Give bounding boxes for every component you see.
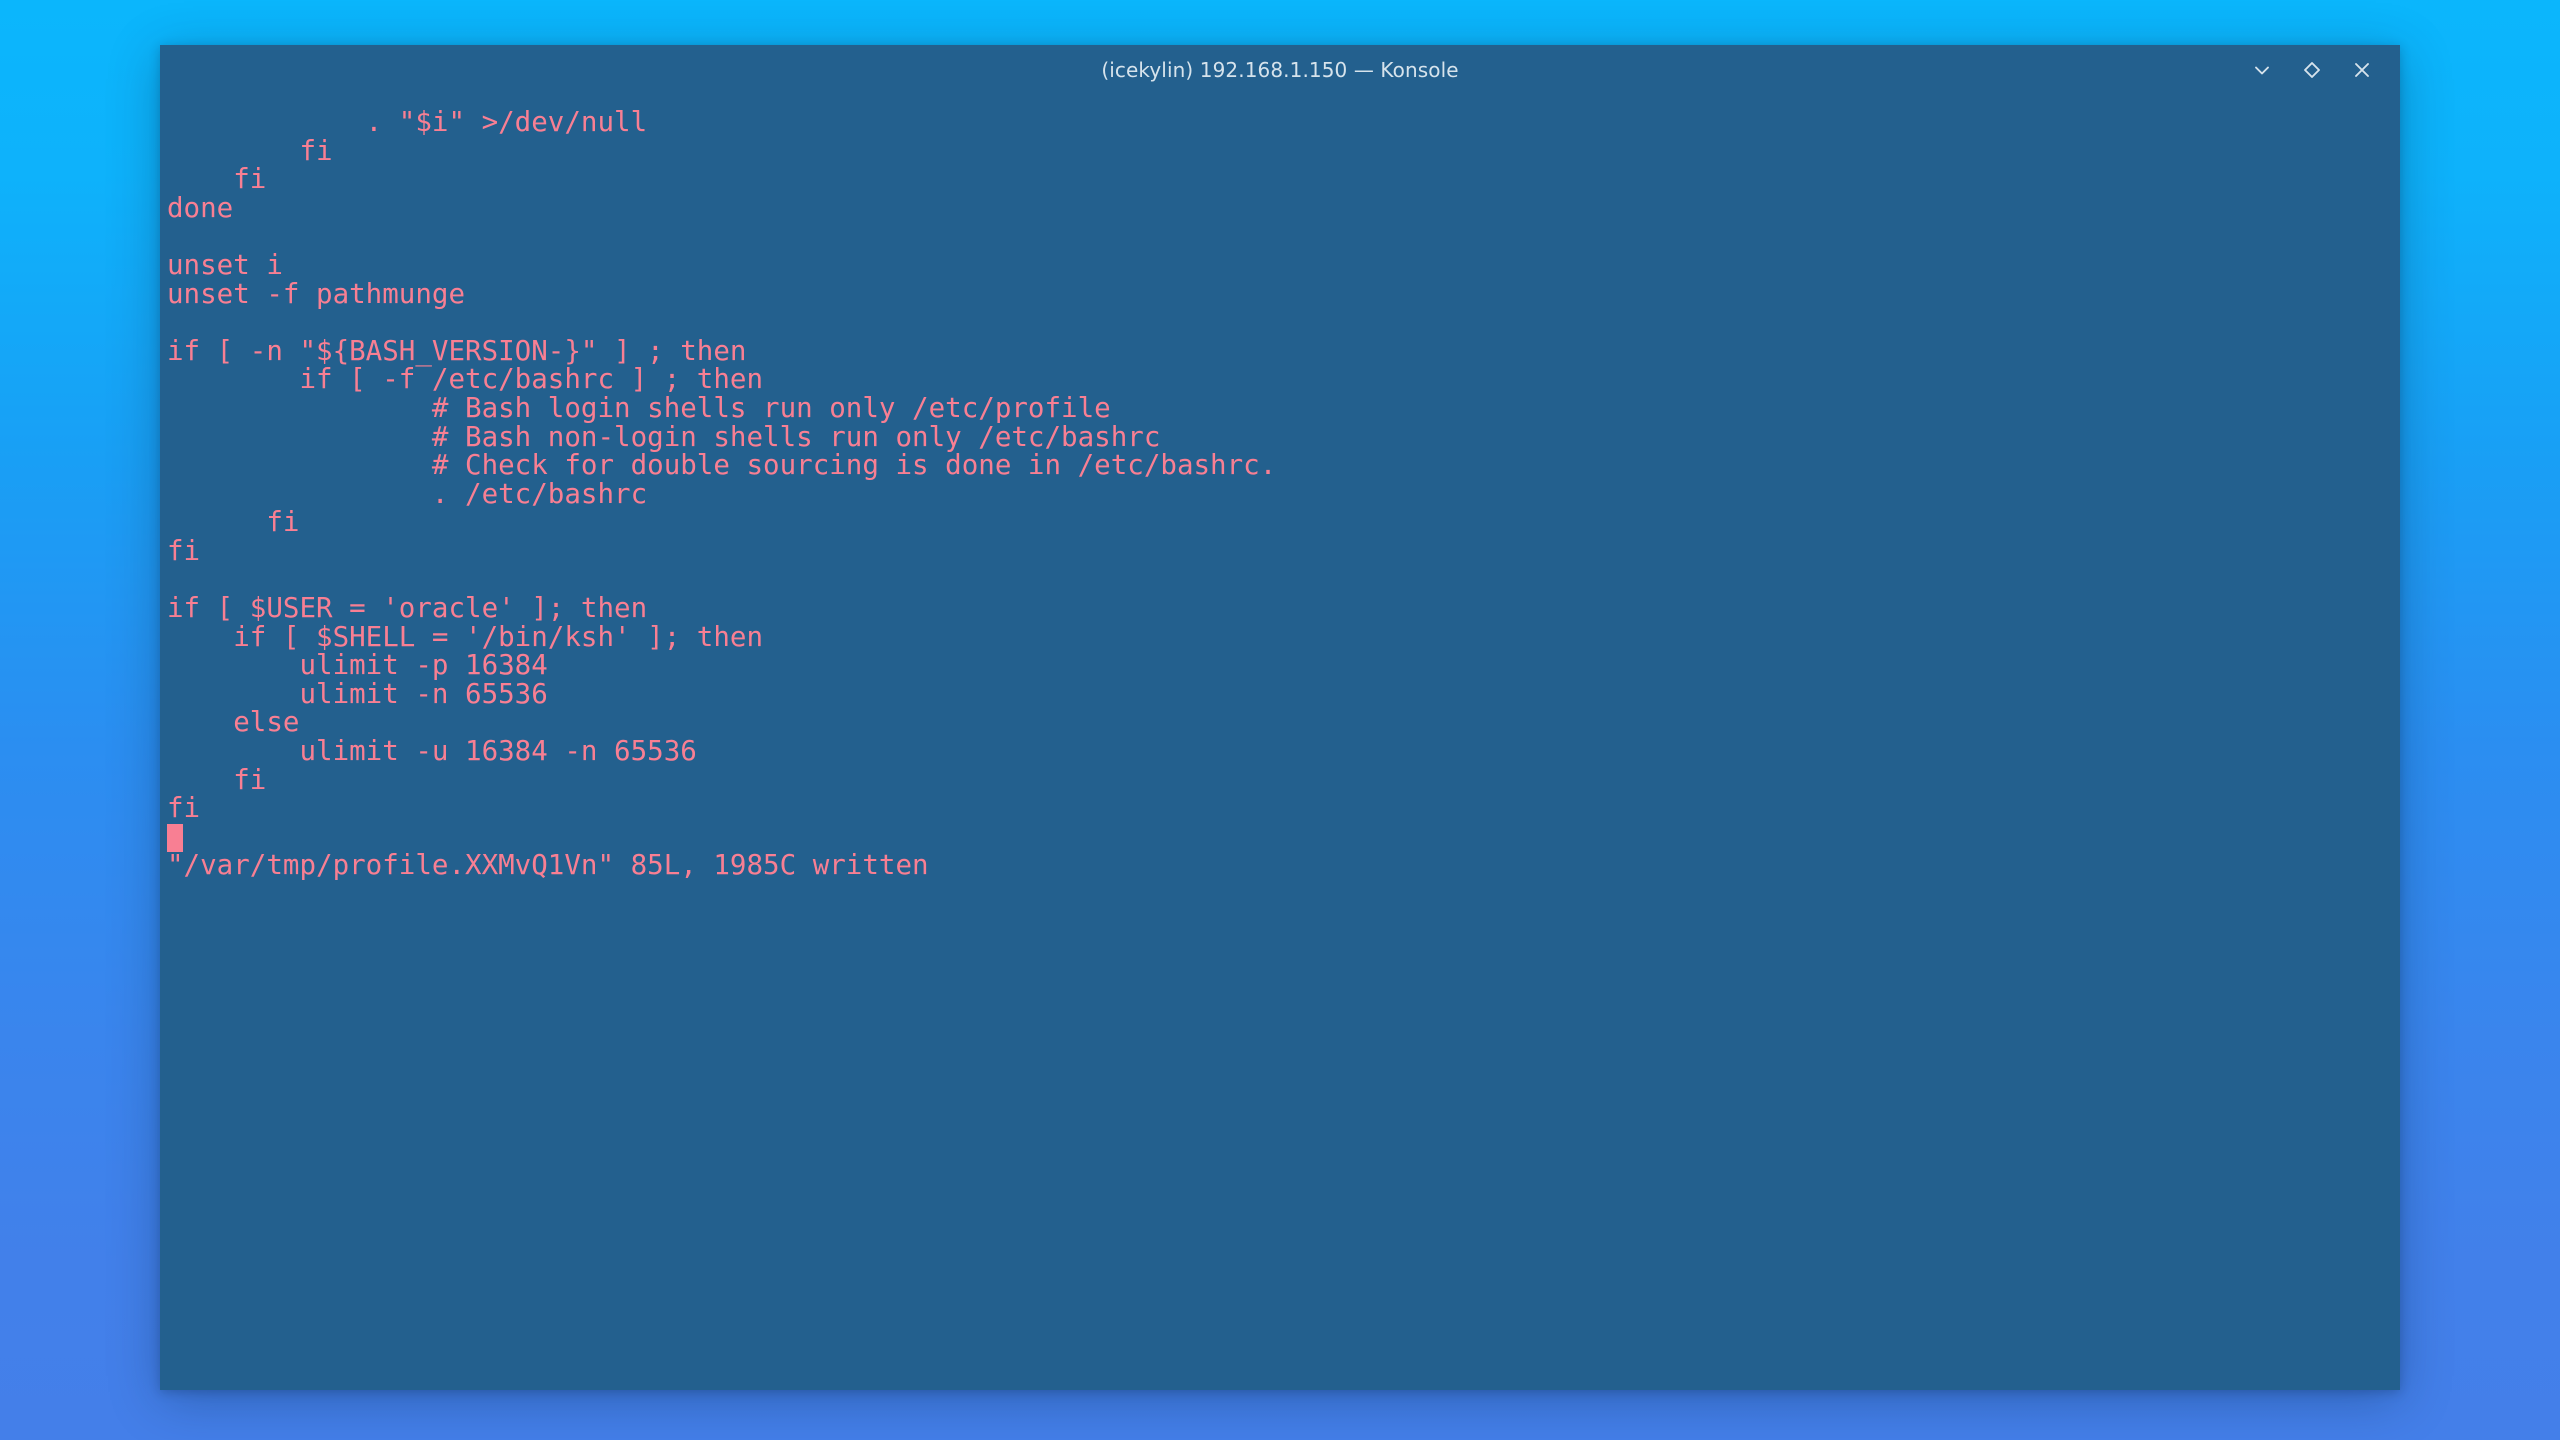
terminal-line: else xyxy=(167,706,300,739)
close-button[interactable] xyxy=(2342,51,2382,89)
terminal-line: done xyxy=(167,191,234,224)
terminal-line: . "$i" >/dev/null xyxy=(167,106,648,138)
diamond-icon xyxy=(2301,59,2323,81)
window-titlebar[interactable]: (icekylin) 192.168.1.150 — Konsole xyxy=(160,45,2400,94)
terminal-line: # Check for double sourcing is done in /… xyxy=(167,449,1277,482)
terminal-cursor-line xyxy=(167,823,2400,852)
chevron-down-icon xyxy=(2251,59,2273,81)
terminal-line: # Bash login shells run only /etc/profil… xyxy=(167,391,1111,424)
terminal-line: if [ -f /etc/bashrc ] ; then xyxy=(167,363,764,396)
terminal-line: . /etc/bashrc xyxy=(167,477,648,510)
terminal-line: fi xyxy=(167,163,267,196)
terminal-line: fi xyxy=(167,763,267,796)
window-title: (icekylin) 192.168.1.150 — Konsole xyxy=(1101,57,1459,82)
terminal-output: . "$i" >/dev/null fi fi done unset i unset… xyxy=(160,108,2400,880)
terminal-body[interactable]: . "$i" >/dev/null fi fi done unset i unset… xyxy=(160,94,2400,1390)
terminal-line: ulimit -u 16384 -n 65536 xyxy=(167,735,697,768)
terminal-line: # Bash non-login shells run only /etc/ba… xyxy=(167,420,1161,453)
terminal-line: unset i xyxy=(167,248,283,281)
vim-status-line: "/var/tmp/profile.XXMvQ1Vn" 85L, 1985C w… xyxy=(167,849,929,882)
maximize-button[interactable] xyxy=(2292,51,2332,89)
konsole-window: (icekylin) 192.168.1.150 — Konsole . "$i… xyxy=(160,45,2400,1390)
window-controls xyxy=(2242,45,2382,94)
terminal-line: if [ $SHELL = '/bin/ksh' ]; then xyxy=(167,620,764,653)
close-icon xyxy=(2351,59,2373,81)
terminal-line: unset -f pathmunge xyxy=(167,277,466,310)
minimize-button[interactable] xyxy=(2242,51,2282,89)
terminal-line: fi xyxy=(167,506,300,539)
terminal-line: ulimit -p 16384 xyxy=(167,649,548,682)
terminal-line: ulimit -n 65536 xyxy=(167,677,548,710)
terminal-line: if [ -n "${BASH_VERSION-}" ] ; then xyxy=(167,334,747,367)
terminal-line: if [ $USER = 'oracle' ]; then xyxy=(167,592,648,625)
terminal-line: fi xyxy=(167,534,201,567)
terminal-line: fi xyxy=(167,792,201,825)
terminal-cursor xyxy=(167,823,183,852)
terminal-line: fi xyxy=(167,134,333,167)
